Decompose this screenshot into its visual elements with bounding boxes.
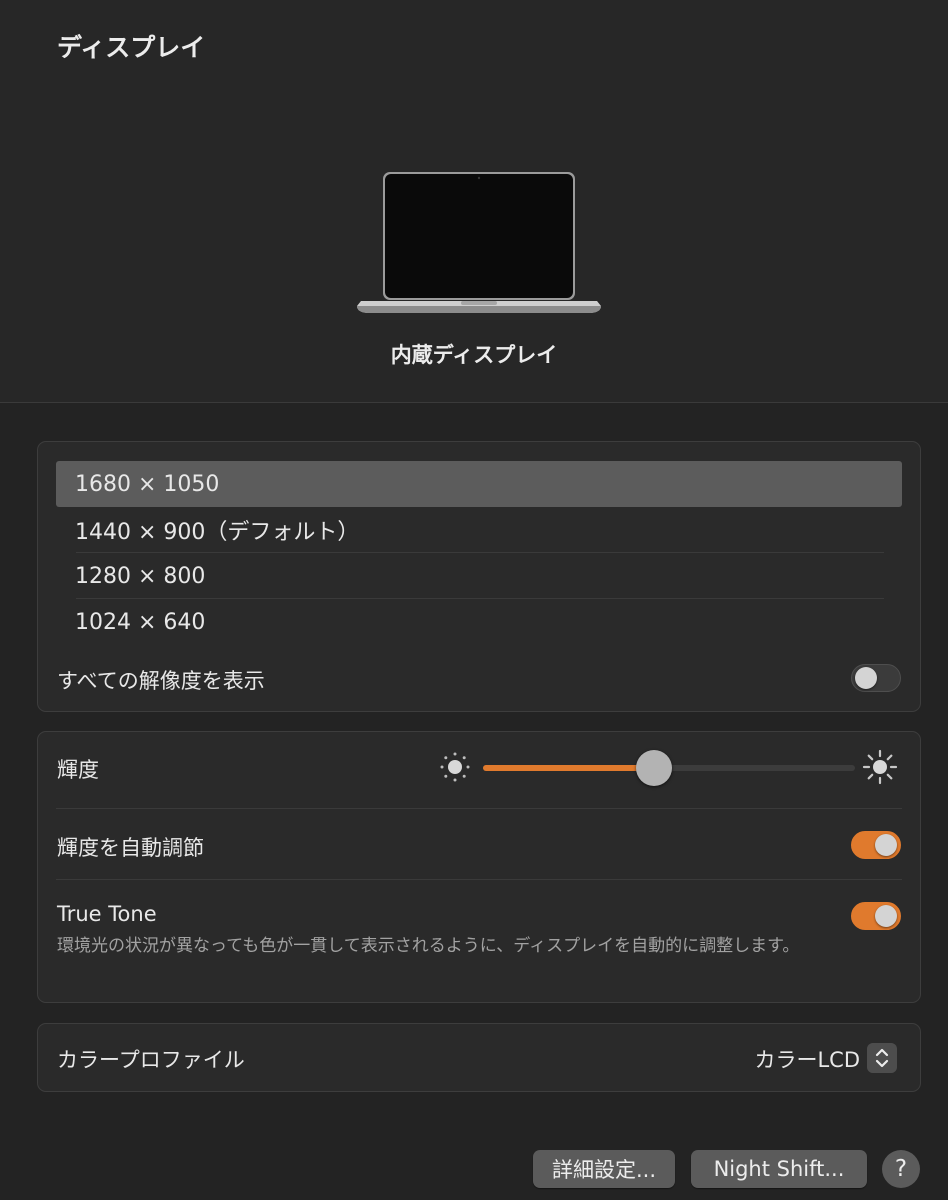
page-title: ディスプレイ	[57, 33, 206, 62]
resolution-option-1440x900[interactable]: 1440 × 900（デフォルト）	[56, 507, 902, 553]
advanced-settings-button[interactable]: 詳細設定...	[533, 1150, 675, 1188]
resolution-option-1680x1050[interactable]: 1680 × 1050	[56, 461, 902, 507]
brightness-slider-fill	[483, 765, 655, 771]
divider	[56, 808, 902, 809]
toggle-knob	[875, 905, 897, 927]
color-profile-value[interactable]: カラーLCD	[754, 1044, 860, 1074]
night-shift-button[interactable]: Night Shift...	[691, 1150, 867, 1188]
resolution-option-1280x800[interactable]: 1280 × 800	[56, 553, 902, 599]
color-profile-label: カラープロファイル	[57, 1048, 245, 1072]
resolution-option-1024x640[interactable]: 1024 × 640	[56, 599, 902, 645]
display-header-area: ディスプレイ 内蔵ディスプレイ	[0, 0, 948, 403]
divider	[56, 879, 902, 880]
toggle-knob	[855, 667, 877, 689]
color-profile-panel: カラープロファイル カラーLCD	[37, 1023, 921, 1092]
show-all-resolutions-label: すべての解像度を表示	[57, 669, 265, 693]
brightness-panel: 輝度 輝度を自動調節 True Tone 環境光の状況が異なっても色が一貫して表…	[37, 731, 921, 1003]
resolution-panel: 1680 × 1050 1440 × 900（デフォルト） 1280 × 800…	[37, 441, 921, 712]
brightness-slider-thumb[interactable]	[636, 750, 673, 786]
sun-large-icon	[862, 749, 898, 785]
laptop-icon[interactable]	[355, 170, 603, 320]
toggle-knob	[875, 834, 897, 856]
brightness-label: 輝度	[57, 758, 99, 782]
help-button[interactable]: ?	[882, 1150, 920, 1188]
show-all-resolutions-toggle[interactable]	[851, 664, 901, 692]
true-tone-label: True Tone	[57, 902, 157, 926]
auto-brightness-toggle[interactable]	[851, 831, 901, 859]
sun-small-icon	[440, 752, 470, 782]
true-tone-description: 環境光の状況が異なっても色が一貫して表示されるように、ディスプレイを自動的に調整…	[57, 936, 800, 956]
true-tone-toggle[interactable]	[851, 902, 901, 930]
chevron-up-down-icon[interactable]	[867, 1043, 897, 1073]
auto-brightness-label: 輝度を自動調節	[57, 836, 204, 860]
display-name[interactable]: 内蔵ディスプレイ	[0, 339, 948, 369]
